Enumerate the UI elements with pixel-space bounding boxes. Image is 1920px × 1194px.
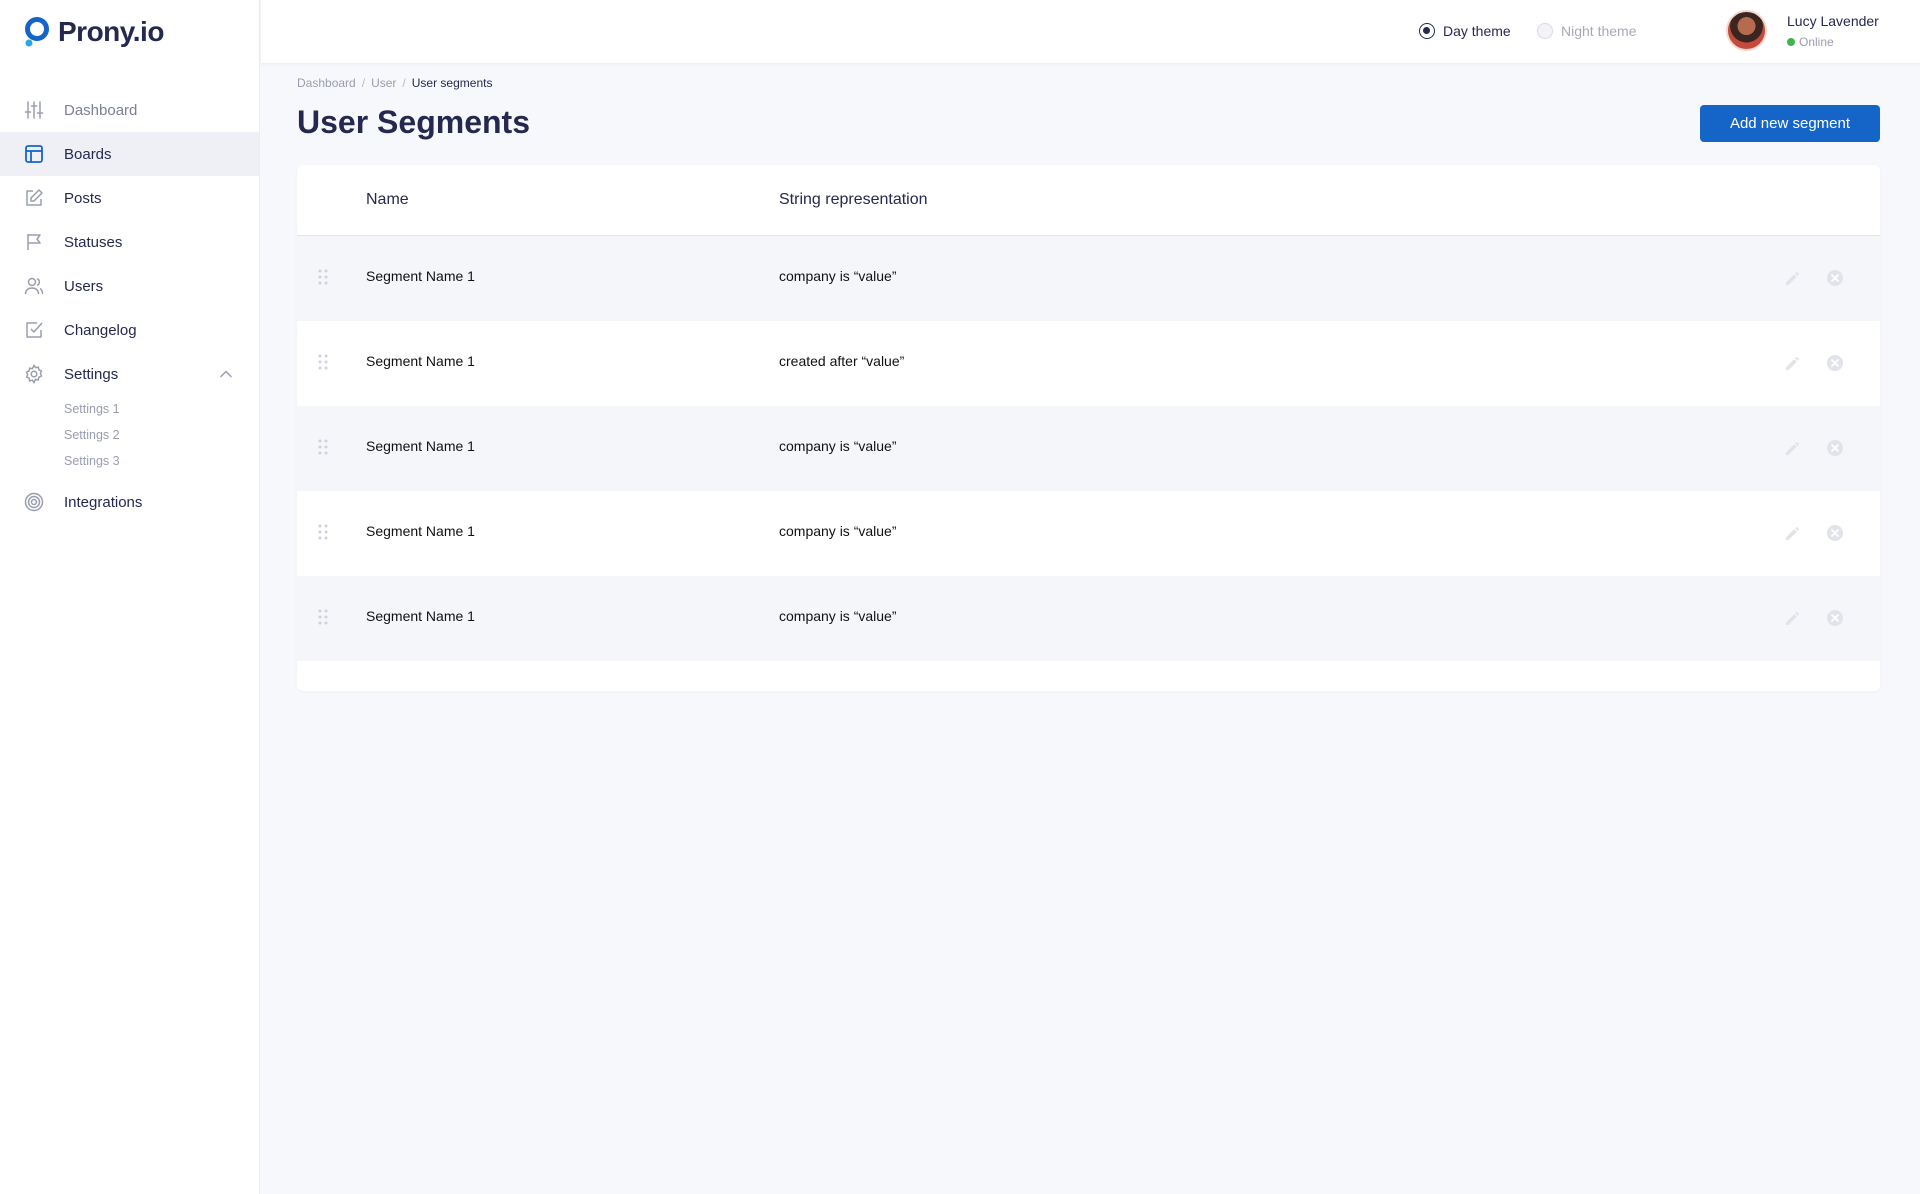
- delete-icon[interactable]: [1825, 523, 1845, 543]
- user-status: Online: [1787, 35, 1834, 49]
- breadcrumb-user[interactable]: User: [371, 76, 396, 90]
- sidebar-item-boards[interactable]: Boards: [0, 132, 259, 176]
- edit-icon: [24, 188, 44, 208]
- sidebar-item-label: Boards: [64, 145, 112, 163]
- segment-name: Segment Name 1: [366, 353, 475, 369]
- sidebar-item-changelog[interactable]: Changelog: [0, 308, 259, 352]
- sidebar-item-posts[interactable]: Posts: [0, 176, 259, 220]
- table-row: Segment Name 1 company is “value”: [297, 236, 1880, 321]
- table-row: Segment Name 1 company is “value”: [297, 491, 1880, 576]
- breadcrumb-separator: /: [402, 76, 406, 90]
- topbar: Day theme Night theme Lucy Lavender Onli…: [261, 0, 1920, 63]
- check-square-icon: [24, 320, 44, 340]
- pencil-icon[interactable]: [1783, 438, 1803, 458]
- radio-checked-icon: [1419, 23, 1435, 39]
- sidebar-item-label: Dashboard: [64, 101, 138, 119]
- logo-icon: [25, 17, 49, 47]
- flag-icon: [24, 232, 44, 252]
- delete-icon[interactable]: [1825, 608, 1845, 628]
- table-row: Segment Name 1 created after “value”: [297, 321, 1880, 406]
- table-row: Segment Name 1 company is “value”: [297, 576, 1880, 661]
- settings-submenu: Settings 1 Settings 2 Settings 3: [0, 396, 259, 474]
- day-theme-label: Day theme: [1443, 23, 1511, 39]
- avatar[interactable]: [1726, 10, 1767, 51]
- drag-handle-icon[interactable]: [317, 268, 329, 286]
- layout-icon: [24, 144, 44, 164]
- night-theme-radio[interactable]: Night theme: [1537, 23, 1636, 39]
- pencil-icon[interactable]: [1783, 268, 1803, 288]
- night-theme-label: Night theme: [1561, 23, 1637, 39]
- sidebar-item-statuses[interactable]: Statuses: [0, 220, 259, 264]
- sidebar-item-label: Integrations: [64, 493, 143, 511]
- page-title: User Segments: [297, 104, 530, 140]
- segment-string: company is “value”: [779, 523, 897, 539]
- pencil-icon[interactable]: [1783, 353, 1803, 373]
- sidebar-subitem-settings-1[interactable]: Settings 1: [64, 396, 259, 422]
- sidebar-nav: Dashboard Boards Posts Statuses Users Ch…: [0, 88, 259, 524]
- brand-name: Prony.io: [58, 16, 164, 47]
- segment-name: Segment Name 1: [366, 608, 475, 624]
- table-body: Segment Name 1 company is “value” Segment …: [297, 236, 1880, 661]
- drag-handle-icon[interactable]: [317, 438, 329, 456]
- online-dot-icon: [1787, 38, 1795, 46]
- target-icon: [24, 492, 44, 512]
- user-status-label: Online: [1799, 35, 1834, 49]
- segment-string: company is “value”: [779, 268, 897, 284]
- segment-string: company is “value”: [779, 438, 897, 454]
- breadcrumb-current: User segments: [411, 76, 493, 90]
- delete-icon[interactable]: [1825, 353, 1845, 373]
- drag-handle-icon[interactable]: [317, 608, 329, 626]
- sliders-icon: [24, 100, 44, 120]
- radio-unchecked-icon: [1537, 23, 1553, 39]
- sidebar-subitem-settings-2[interactable]: Settings 2: [64, 422, 259, 448]
- table-header: Name String representation: [297, 165, 1880, 236]
- logo[interactable]: Prony.io: [24, 16, 164, 48]
- column-header-string-representation: String representation: [779, 191, 928, 208]
- users-icon: [24, 276, 44, 296]
- chevron-up-icon[interactable]: [219, 367, 233, 381]
- sidebar-item-integrations[interactable]: Integrations: [0, 480, 259, 524]
- gear-icon: [24, 364, 44, 384]
- delete-icon[interactable]: [1825, 438, 1845, 458]
- sidebar-item-users[interactable]: Users: [0, 264, 259, 308]
- breadcrumb-dashboard[interactable]: Dashboard: [297, 76, 356, 90]
- drag-handle-icon[interactable]: [317, 353, 329, 371]
- day-theme-radio[interactable]: Day theme: [1419, 23, 1511, 39]
- sidebar-item-label: Settings: [64, 365, 119, 383]
- sidebar-item-label: Posts: [64, 189, 102, 207]
- sidebar-item-settings[interactable]: Settings: [0, 352, 259, 396]
- segment-name: Segment Name 1: [366, 523, 475, 539]
- segment-name: Segment Name 1: [366, 438, 475, 454]
- add-new-segment-button[interactable]: Add new segment: [1700, 105, 1880, 142]
- sidebar-item-label: Users: [64, 277, 104, 295]
- segment-string: created after “value”: [779, 353, 905, 369]
- pencil-icon[interactable]: [1783, 523, 1803, 543]
- drag-handle-icon[interactable]: [317, 523, 329, 541]
- segment-string: company is “value”: [779, 608, 897, 624]
- breadcrumb-separator: /: [361, 76, 366, 90]
- sidebar-item-dashboard[interactable]: Dashboard: [0, 88, 259, 132]
- pencil-icon[interactable]: [1783, 608, 1803, 628]
- user-name[interactable]: Lucy Lavender: [1787, 13, 1879, 29]
- table-row: Segment Name 1 company is “value”: [297, 406, 1880, 491]
- segments-table: Name String representation Segment Name …: [297, 165, 1880, 691]
- breadcrumb: Dashboard / User / User segments: [297, 76, 492, 90]
- segment-name: Segment Name 1: [366, 268, 475, 284]
- sidebar-item-label: Statuses: [64, 233, 123, 251]
- sidebar-item-label: Changelog: [64, 321, 137, 339]
- column-header-name: Name: [366, 191, 409, 208]
- sidebar-subitem-settings-3[interactable]: Settings 3: [64, 448, 259, 474]
- delete-icon[interactable]: [1825, 268, 1845, 288]
- sidebar: Prony.io Dashboard Boards Posts Statuses: [0, 0, 260, 1194]
